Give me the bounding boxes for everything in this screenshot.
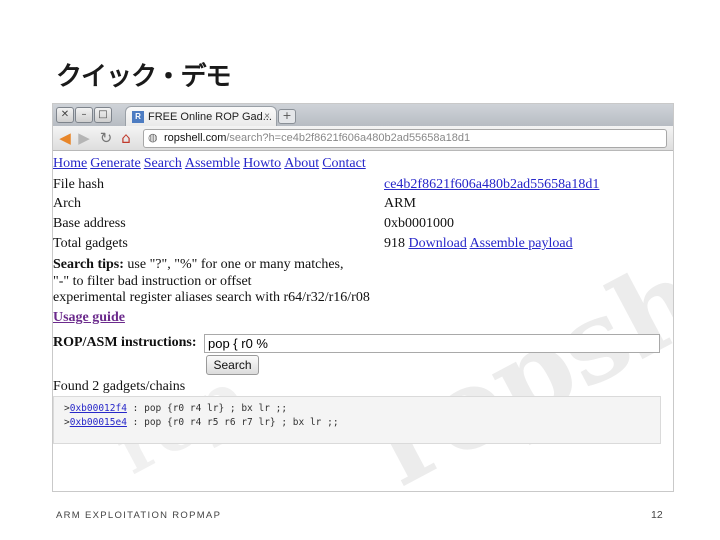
info-label: Arch (53, 196, 81, 211)
address-bar[interactable]: ◍ ropshell.com/search?h=ce4b2f8621f606a4… (143, 129, 667, 148)
forward-arrow-icon[interactable]: ▶ (75, 129, 93, 147)
gadget-code: : pop {r0 r4 r5 r6 r7 lr} ; bx lr ;; (126, 417, 339, 428)
tips-line: experimental register aliases search wit… (53, 290, 370, 305)
menu-search[interactable]: Search (144, 156, 182, 171)
info-label: Base address (53, 216, 126, 231)
found-gadgets-text: Found 2 gadgets/chains (53, 379, 186, 394)
url-host: ropshell.com (164, 132, 227, 144)
navigation-bar: ◀ ▶ ↻ ⌂ ◍ ropshell.com/search?h=ce4b2f86… (53, 126, 673, 151)
gadget-address-link[interactable]: 0xb00012f4 (70, 403, 127, 414)
gadget-row: >0xb00015e4 : pop {r0 r4 r5 r6 r7 lr} ; … (64, 417, 339, 428)
tab-close-icon[interactable]: × (264, 107, 270, 127)
tab-bar: ✕ – □ R FREE Online ROP Gad... × + (53, 104, 673, 127)
usage-guide-link[interactable]: Usage guide (53, 310, 125, 326)
assemble-payload-link[interactable]: Assemble payload (470, 236, 573, 251)
ropshell-favicon-icon: R (132, 111, 144, 123)
file-hash-link[interactable]: ce4b2f8621f606a480b2ad55658a18d1 (384, 177, 599, 193)
browser-tab[interactable]: R FREE Online ROP Gad... × (125, 106, 277, 127)
total-gadgets-value: 918 (384, 236, 405, 251)
page-content: ropshell rop HomeGenerateSearchAssembleH… (53, 151, 673, 491)
tips-label: Search tips: (53, 257, 124, 272)
menu-assemble[interactable]: Assemble (185, 156, 240, 171)
search-tips: Search tips: use "?", "%" for one or man… (53, 257, 370, 307)
menu-generate[interactable]: Generate (90, 156, 141, 171)
home-icon[interactable]: ⌂ (117, 129, 135, 147)
slide-title: クイック・デモ (56, 62, 231, 92)
menu-about[interactable]: About (284, 156, 319, 171)
tips-line: "-" to filter bad instruction or offset (53, 273, 252, 289)
gadget-row: >0xb00012f4 : pop {r0 r4 lr} ; bx lr ;; (64, 403, 288, 414)
menu-contact[interactable]: Contact (322, 156, 366, 171)
reload-icon[interactable]: ↻ (97, 129, 115, 147)
back-arrow-icon[interactable]: ◀ (56, 129, 74, 147)
gadget-address-link[interactable]: 0xb00015e4 (70, 417, 127, 428)
gadget-code: : pop {r0 r4 lr} ; bx lr ;; (126, 403, 288, 414)
menu-howto[interactable]: Howto (243, 156, 281, 171)
info-value: 0xb0001000 (384, 216, 454, 231)
rop-instructions-input[interactable]: pop { r0 % (204, 334, 660, 353)
rop-instructions-label: ROP/ASM instructions: (53, 335, 197, 350)
site-menu: Home Generate Search Assemble Howto About Cont… (53, 156, 369, 172)
tips-line: use "?", "%" for one or many matches, (123, 257, 344, 272)
slide-footer: ARM EXPLOITATION ROPMAP (56, 510, 222, 521)
url-path: /search?h=ce4b2f8621f606a480b2ad55658a18… (226, 132, 471, 144)
info-value: ARM (384, 196, 416, 211)
new-tab-button[interactable]: + (278, 109, 296, 124)
menu-home[interactable]: Home (53, 156, 87, 171)
globe-icon: ◍ (148, 132, 158, 144)
window-maximize-icon[interactable]: □ (94, 107, 112, 123)
info-label: File hash (53, 177, 104, 192)
search-button[interactable]: Search (206, 355, 259, 375)
browser-screenshot: ✕ – □ R FREE Online ROP Gad... × + ◀ ▶ ↻… (52, 103, 674, 492)
gadget-results: >0xb00012f4 : pop {r0 r4 lr} ; bx lr ;; … (53, 396, 661, 444)
slide-page-number: 12 (651, 509, 663, 521)
tab-title: FREE Online ROP Gad... (148, 111, 272, 123)
info-label: Total gadgets (53, 236, 128, 251)
window-minimize-icon[interactable]: – (75, 107, 93, 123)
download-link[interactable]: Download (409, 236, 467, 251)
window-close-icon[interactable]: ✕ (56, 107, 74, 123)
